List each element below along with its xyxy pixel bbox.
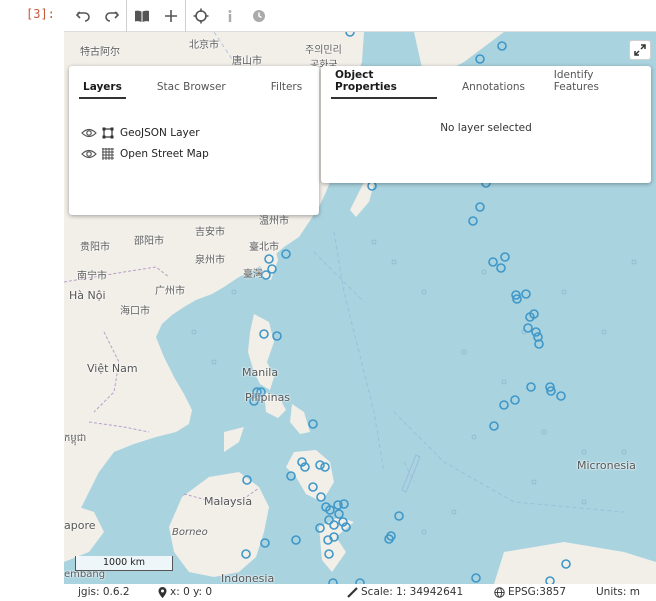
map-label-guiyang: 贵阳市 — [80, 242, 110, 253]
map-label-haikou: 海口市 — [120, 306, 150, 317]
scale-bar: 1000 km — [75, 556, 173, 571]
undo-icon — [75, 10, 90, 22]
tab-object-properties[interactable]: Object Properties — [331, 66, 438, 100]
no-selection-message: No layer selected — [440, 122, 532, 134]
jupyter-gis-cell: [3]: 特古阿尔 北京市 주의민리 唐山市 温州市 贵阳市 邵阳市 吉安市 臺… — [0, 0, 656, 601]
tab-annotations[interactable]: Annotations — [458, 66, 529, 100]
scale-readout: Scale: 1: 34942641 — [347, 586, 463, 598]
units-label: Units: m — [596, 586, 640, 598]
map-label-guangzhou: 广州市 — [155, 286, 185, 297]
identify-button[interactable] — [215, 1, 244, 31]
redo-icon — [104, 10, 119, 22]
map-label-taipei: 臺北市 — [249, 242, 279, 253]
map-label-pyongyang: 주의민리 — [305, 45, 342, 56]
map-label-micronesia: Micronesia — [577, 459, 636, 472]
status-bar: jgis: 0.6.2 x: 0 y: 0 Scale: 1: 34942641… — [64, 584, 656, 601]
crs-value: EPSG:3857 — [508, 586, 567, 598]
map-label-tegu: 特古阿尔 — [80, 47, 120, 58]
map-label-philippines: Pilipinas — [245, 391, 291, 404]
left-panel: Layers Stac Browser Filters GeoJSON Laye… — [69, 66, 319, 215]
map-label-borneo: Borneo — [172, 527, 208, 538]
map-label-jian: 吉安市 — [195, 227, 225, 238]
redo-button[interactable] — [97, 1, 126, 31]
left-panel-tabs: Layers Stac Browser Filters — [69, 66, 319, 100]
layer-item-osm[interactable]: Open Street Map — [81, 148, 209, 160]
plus-icon — [164, 9, 177, 22]
coords-value: x: 0 y: 0 — [170, 586, 213, 598]
map-label-tangshan: 唐山市 — [232, 56, 262, 67]
globe-icon — [494, 586, 505, 598]
map-label-quanzhou: 泉州市 — [195, 255, 225, 266]
map-label-nanning: 南宁市 — [77, 271, 107, 282]
scale-value: Scale: 1: 34942641 — [361, 586, 464, 598]
map-label-beijing: 北京市 — [189, 40, 219, 51]
map-label-khmer: កម្ពុជា — [64, 433, 87, 444]
tab-identify-features[interactable]: Identify Features — [550, 66, 641, 100]
map-label-vietnam: Việt Nam — [87, 362, 138, 375]
eye-icon[interactable] — [81, 127, 97, 139]
map-label-hanoi: Hà Nội — [69, 289, 106, 302]
tab-stac-browser[interactable]: Stac Browser — [153, 66, 230, 100]
map-pin-icon — [158, 586, 167, 598]
raster-grid-icon — [102, 148, 114, 160]
right-panel: Object Properties Annotations Identify F… — [321, 66, 651, 183]
center-on-position-button[interactable] — [186, 1, 215, 31]
crs-readout: EPSG:3857 — [494, 586, 566, 598]
add-layer-button[interactable] — [156, 1, 185, 31]
map-label-taiwan: 臺灣 — [243, 269, 263, 280]
open-layer-browser-button[interactable] — [127, 1, 156, 31]
temporal-controller-button[interactable] — [244, 1, 273, 31]
toolbar — [64, 0, 656, 32]
version-label: jgis: 0.6.2 — [78, 586, 130, 598]
right-panel-tabs: Object Properties Annotations Identify F… — [321, 66, 651, 100]
info-icon — [228, 9, 231, 22]
map-label-singapore: apore — [64, 519, 96, 532]
crosshair-icon — [193, 8, 208, 23]
fullscreen-button[interactable] — [629, 40, 651, 60]
tab-layers[interactable]: Layers — [79, 66, 126, 100]
tab-filters[interactable]: Filters — [267, 66, 306, 100]
map-label-indonesia: Indonesia — [221, 572, 275, 584]
layer-item-geojson[interactable]: GeoJSON Layer — [81, 127, 200, 139]
history-icon — [252, 9, 265, 22]
coords-readout: x: 0 y: 0 — [158, 586, 212, 598]
undo-button[interactable] — [68, 1, 97, 31]
map-label-shaoyang: 邵阳市 — [134, 236, 164, 247]
map-label-manila: Manila — [242, 366, 279, 379]
ruler-icon — [347, 586, 358, 598]
layer-label: Open Street Map — [120, 148, 209, 160]
book-icon — [134, 10, 149, 22]
expand-icon — [634, 44, 646, 56]
layer-label: GeoJSON Layer — [120, 127, 200, 139]
cell-prompt: [3]: — [26, 7, 55, 21]
vector-icon — [102, 127, 114, 139]
eye-icon[interactable] — [81, 148, 97, 160]
map-label-malaysia: Malaysia — [204, 495, 253, 508]
